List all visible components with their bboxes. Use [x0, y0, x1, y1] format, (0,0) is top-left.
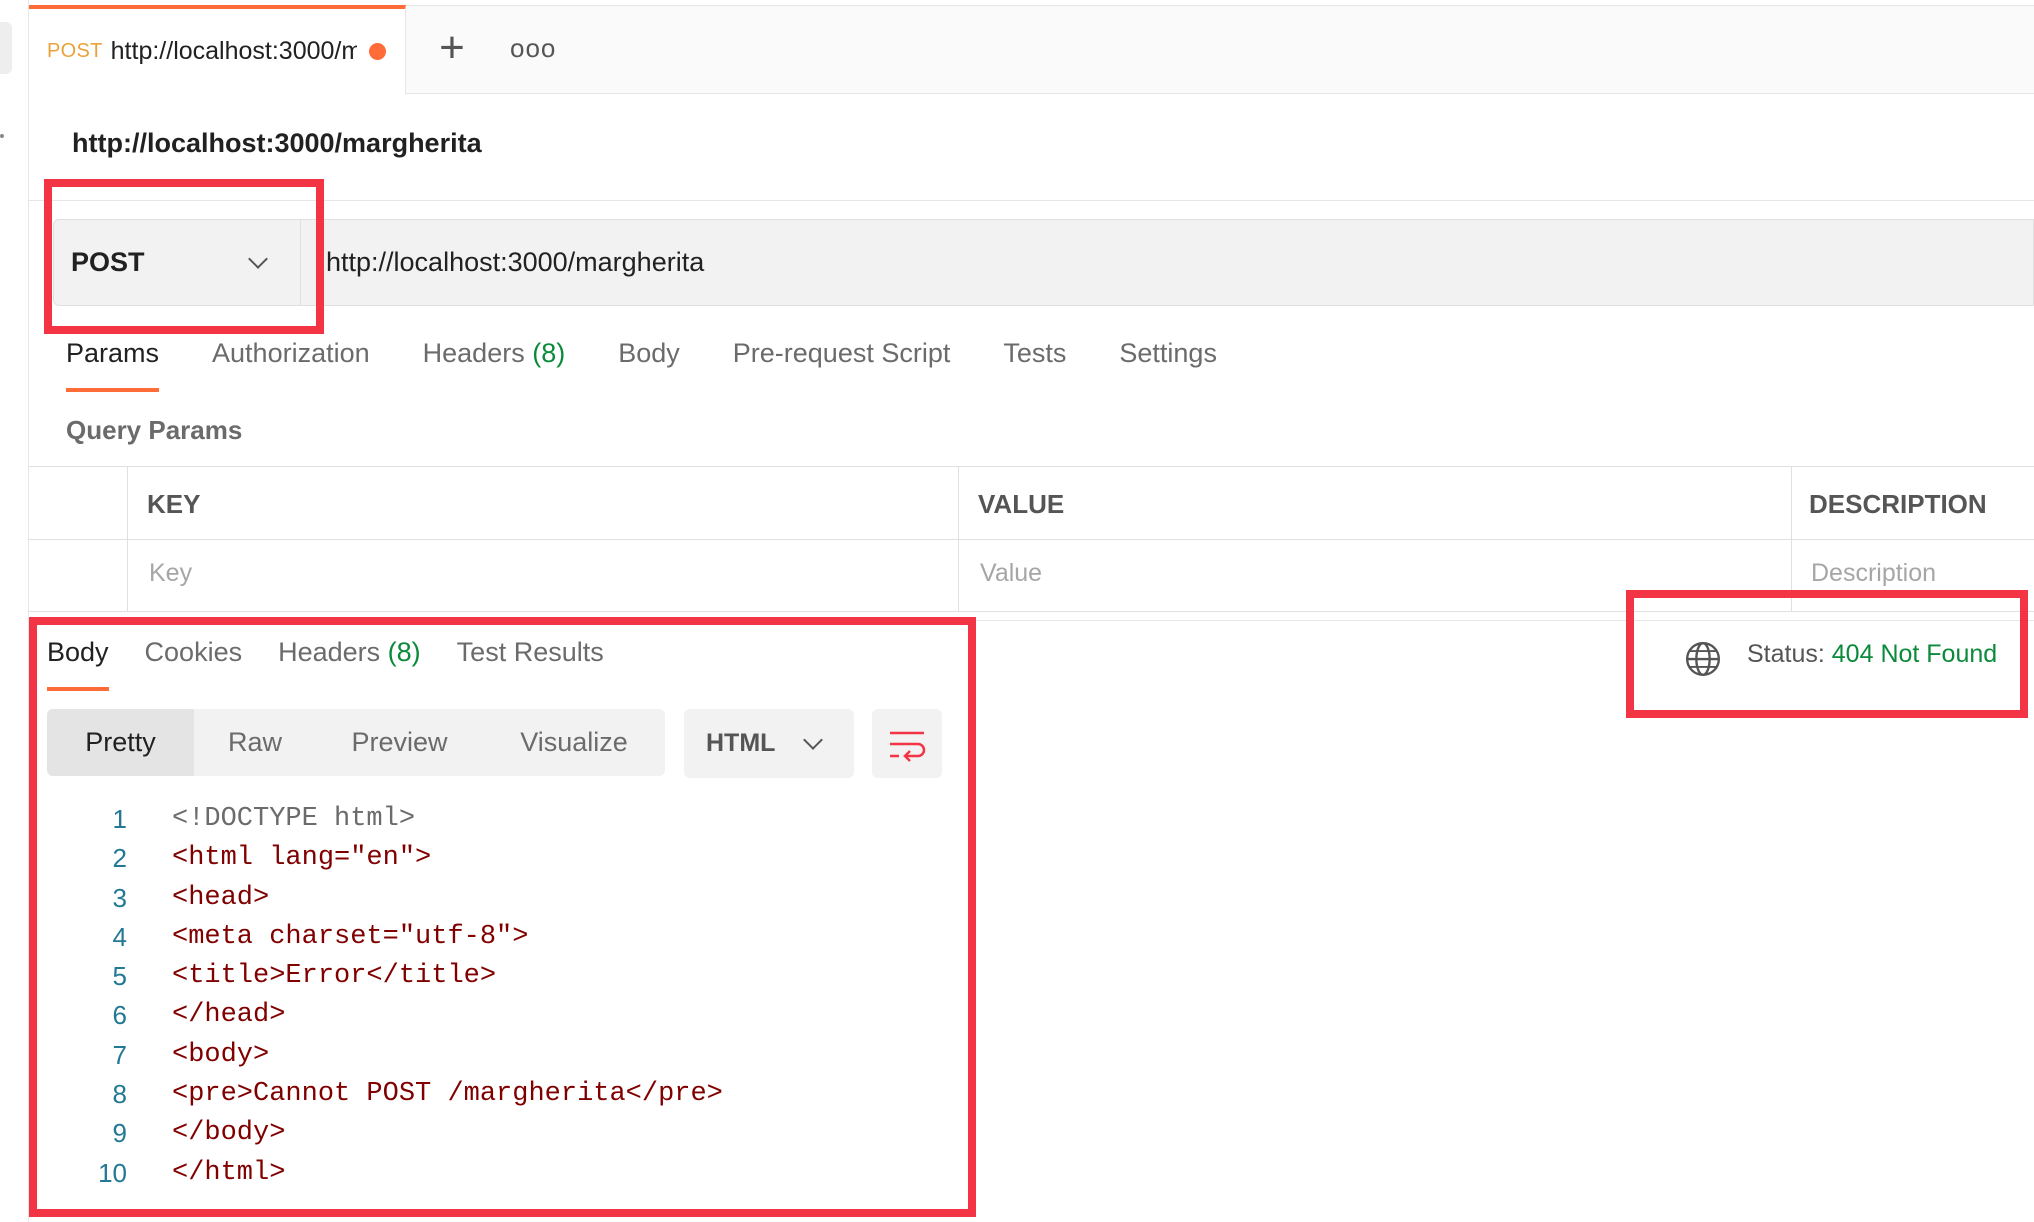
tab-authorization[interactable]: Authorization [212, 338, 370, 398]
tab-params[interactable]: Params [66, 338, 160, 398]
tab-label: Tests [1003, 338, 1067, 368]
tab-headers[interactable]: Headers (8) [423, 338, 566, 398]
annotation-highlight-method [44, 179, 324, 334]
request-tabs: Params Authorization Headers (8) Body Pr… [66, 338, 1270, 398]
headers-count-badge: (8) [532, 338, 566, 368]
left-sidebar-strip [0, 0, 29, 1222]
tab-label: Settings [1119, 338, 1217, 368]
column-header-description: DESCRIPTION [1809, 489, 1987, 519]
annotation-highlight-status [1626, 590, 2028, 718]
column-divider [958, 467, 959, 611]
value-input[interactable]: Value [980, 559, 1042, 588]
tab-pre-request-script[interactable]: Pre-request Script [733, 338, 951, 398]
tab-method-label: POST [47, 40, 103, 62]
tab-tests[interactable]: Tests [1003, 338, 1066, 398]
tab-label: Pre-request Script [732, 338, 951, 368]
sidebar-collapse-handle[interactable] [0, 22, 12, 74]
column-header-value: VALUE [978, 489, 1065, 519]
more-tabs-icon[interactable]: ooo [510, 30, 555, 66]
annotation-highlight-response [29, 617, 976, 1217]
tab-label: Authorization [212, 338, 370, 368]
description-input[interactable]: Description [1811, 559, 1936, 588]
tab-label: Headers [422, 338, 525, 368]
request-title[interactable]: http://localhost:3000/margherita [72, 128, 482, 159]
tab-body[interactable]: Body [618, 338, 680, 398]
query-params-title: Query Params [66, 415, 243, 445]
column-divider [127, 467, 128, 611]
url-input[interactable] [326, 219, 2026, 306]
tab-url-label: http://localhost:3000/margherita [110, 37, 357, 65]
tab-settings[interactable]: Settings [1119, 338, 1217, 398]
new-tab-button[interactable]: + [430, 22, 474, 74]
divider [29, 200, 2034, 201]
sidebar-indicator-dot [0, 134, 4, 138]
key-input[interactable]: Key [149, 559, 192, 588]
column-header-key: KEY [147, 489, 201, 519]
unsaved-indicator-icon [368, 43, 386, 60]
table-row-divider [29, 539, 2034, 540]
request-tab[interactable]: POST http://localhost:3000/margherita [29, 5, 406, 94]
tab-label: Params [66, 338, 160, 368]
tab-label: Body [618, 338, 680, 368]
